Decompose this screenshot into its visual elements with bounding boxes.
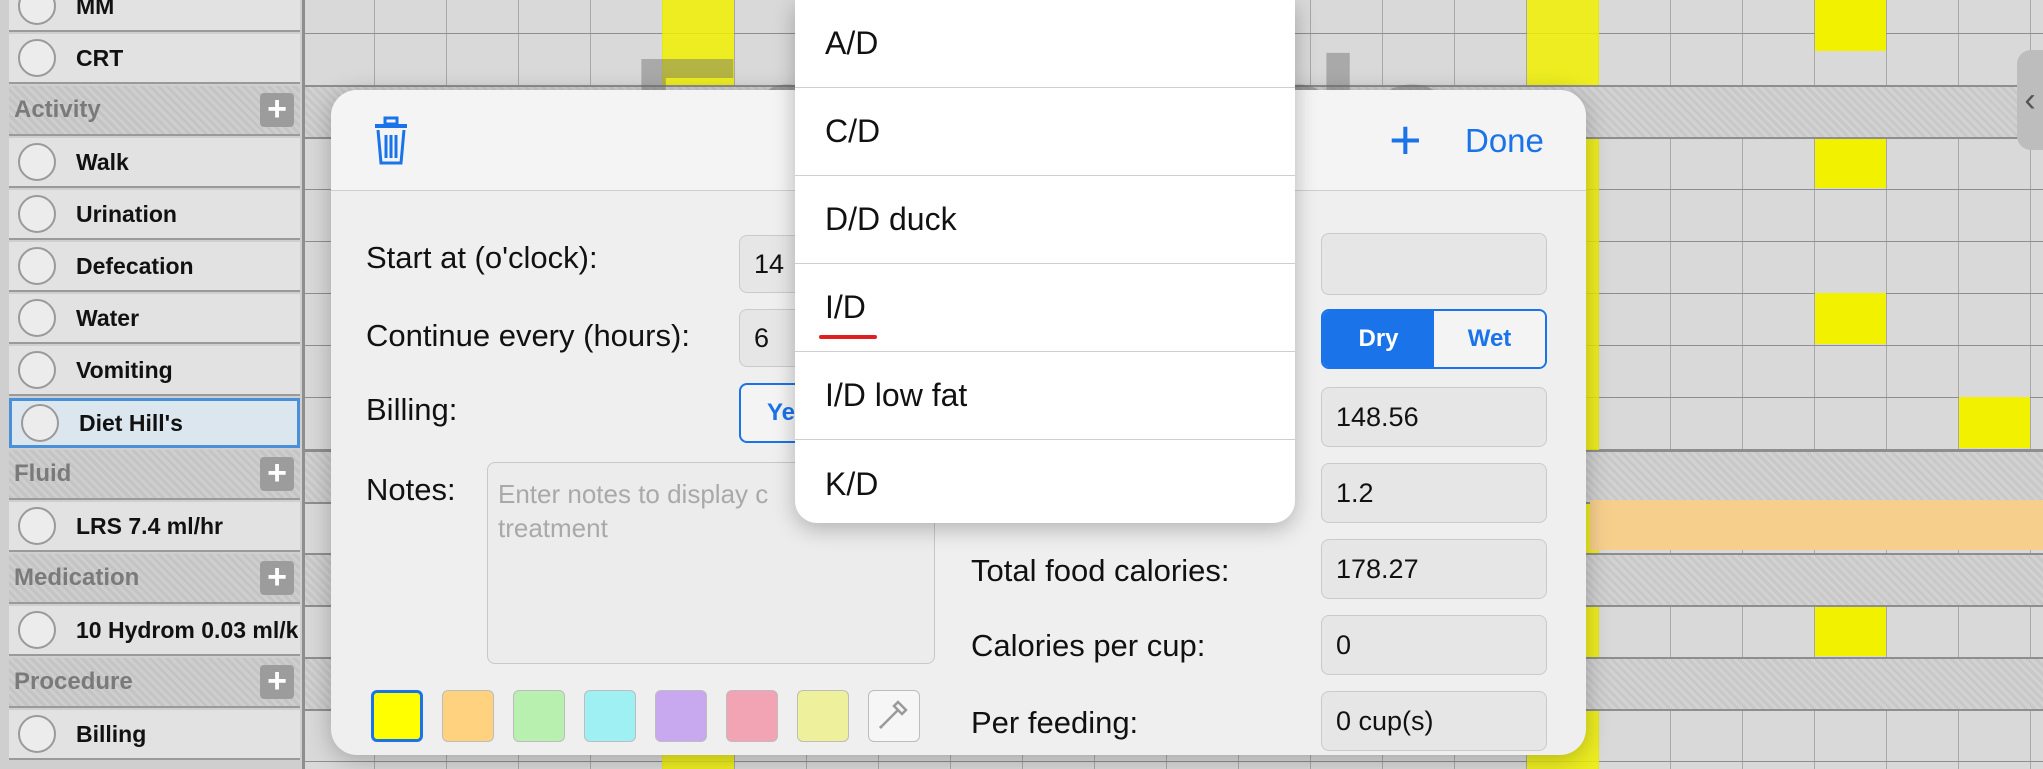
- color-swatch[interactable]: [442, 690, 494, 742]
- add-item-button[interactable]: +: [260, 560, 294, 595]
- section-header-label: Medication: [14, 564, 140, 591]
- trash-icon[interactable]: [371, 114, 411, 166]
- treatment-row-label: Urination: [76, 200, 177, 227]
- add-item-button[interactable]: +: [260, 664, 294, 699]
- treatment-row[interactable]: Vomiting: [9, 346, 300, 396]
- diet-option-label: K/D: [825, 465, 879, 502]
- grid-cell-marked: [1815, 293, 1886, 344]
- treatment-row-label: 10 Hydrom 0.03 ml/k: [76, 616, 299, 643]
- spellcheck-underline: [819, 335, 877, 339]
- section-header: Activity +: [9, 86, 300, 136]
- diet-option[interactable]: A/D: [795, 0, 1295, 88]
- dry-option[interactable]: Dry: [1323, 311, 1434, 367]
- check-circle-icon[interactable]: [18, 299, 56, 337]
- treatment-row-label: Walk: [76, 148, 129, 175]
- check-circle-icon[interactable]: [18, 39, 56, 77]
- color-swatch[interactable]: [655, 690, 707, 742]
- color-swatch[interactable]: [584, 690, 636, 742]
- treatment-row-label: CRT: [76, 44, 124, 71]
- check-circle-icon[interactable]: [18, 611, 56, 649]
- treatment-list: MM CRT Activity + Walk Urination Defecation Wat…: [0, 0, 305, 769]
- weight-field[interactable]: 148.56: [1321, 387, 1547, 447]
- color-swatch[interactable]: [726, 690, 778, 742]
- treatment-row[interactable]: Diet Hill's: [9, 398, 300, 448]
- chevron-left-icon: ‹: [2024, 80, 2036, 119]
- check-circle-icon[interactable]: [18, 351, 56, 389]
- add-item-button[interactable]: +: [260, 92, 294, 127]
- check-circle-icon[interactable]: [18, 0, 56, 25]
- treatment-row[interactable]: Billing: [9, 710, 300, 760]
- check-circle-icon[interactable]: [18, 195, 56, 233]
- notes-placeholder: Enter notes to display c treatment: [498, 479, 769, 543]
- treatment-row[interactable]: CRT: [9, 34, 300, 84]
- calories-per-cup-label: Calories per cup:: [971, 628, 1206, 663]
- treatment-row-label: MM: [76, 0, 115, 19]
- eyedropper-button[interactable]: [868, 690, 920, 742]
- factor-field[interactable]: 1.2: [1321, 463, 1547, 523]
- dry-wet-toggle: Dry Wet: [1321, 309, 1547, 369]
- treatment-row-label: LRS 7.4 ml/hr: [76, 512, 223, 539]
- fluid-infusion-bar: [1590, 500, 2043, 550]
- billing-label: Billing:: [366, 392, 458, 427]
- per-feeding-field[interactable]: 0 cup(s): [1321, 691, 1547, 751]
- add-item-button[interactable]: +: [260, 456, 294, 491]
- grid-cell-marked: [1815, 137, 1886, 188]
- diet-option-label: I/D: [825, 289, 866, 325]
- diet-option-label: A/D: [825, 25, 879, 61]
- diet-option-label: I/D low fat: [825, 377, 968, 413]
- treatment-row[interactable]: Walk: [9, 138, 300, 188]
- collapse-handle[interactable]: ‹: [2017, 50, 2043, 150]
- diet-option[interactable]: I/D: [795, 264, 1295, 352]
- color-swatch[interactable]: [371, 690, 423, 742]
- grid-cell-marked: [1959, 397, 2030, 448]
- diet-option[interactable]: I/D low fat: [795, 352, 1295, 440]
- diet-options-dropdown: A/D C/D D/D duck I/D I/D low fat K/D: [795, 0, 1295, 523]
- treatment-row[interactable]: Defecation: [9, 242, 300, 292]
- treatment-row[interactable]: Water: [9, 294, 300, 344]
- color-swatch[interactable]: [513, 690, 565, 742]
- diet-option-label: C/D: [825, 113, 881, 149]
- treatment-row-label: Diet Hill's: [79, 409, 183, 436]
- diet-option[interactable]: D/D duck: [795, 176, 1295, 264]
- treatment-row-label: Billing: [76, 720, 147, 747]
- eyedropper-icon: [876, 696, 912, 737]
- notes-label: Notes:: [366, 472, 456, 507]
- treatment-row[interactable]: 10 Hydrom 0.03 ml/k: [9, 606, 300, 656]
- check-circle-icon[interactable]: [18, 507, 56, 545]
- check-circle-icon[interactable]: [18, 143, 56, 181]
- add-button[interactable]: +: [1389, 112, 1422, 168]
- section-header: Medication +: [9, 554, 300, 604]
- color-swatch[interactable]: [797, 690, 849, 742]
- section-header: Fluid +: [9, 450, 300, 500]
- diet-option[interactable]: K/D: [795, 440, 1295, 523]
- treatment-row-label: Vomiting: [76, 356, 173, 383]
- start-at-label: Start at (o'clock):: [366, 240, 598, 275]
- food-type-field[interactable]: [1321, 233, 1547, 295]
- treatment-row-label: Water: [76, 304, 140, 331]
- done-button[interactable]: Done: [1465, 122, 1544, 160]
- grid-cell-marked: [1815, 0, 1886, 51]
- treatment-row[interactable]: Urination: [9, 190, 300, 240]
- check-circle-icon[interactable]: [21, 404, 59, 442]
- treatment-row-label: Defecation: [76, 252, 194, 279]
- total-calories-field[interactable]: 178.27: [1321, 539, 1547, 599]
- total-calories-label: Total food calories:: [971, 553, 1230, 588]
- continue-every-label: Continue every (hours):: [366, 318, 690, 353]
- calories-per-cup-field[interactable]: 0: [1321, 615, 1547, 675]
- diet-option-label: D/D duck: [825, 201, 957, 237]
- grid-cell-marked: [1815, 605, 1886, 656]
- section-header-label: Fluid: [14, 460, 72, 487]
- check-circle-icon[interactable]: [18, 715, 56, 753]
- treatment-row[interactable]: LRS 7.4 ml/hr: [9, 502, 300, 552]
- wet-option[interactable]: Wet: [1434, 311, 1545, 367]
- section-header-label: Activity: [14, 96, 101, 123]
- section-header: Procedure +: [9, 658, 300, 708]
- treatment-row[interactable]: MM: [9, 0, 300, 32]
- check-circle-icon[interactable]: [18, 247, 56, 285]
- per-feeding-label: Per feeding:: [971, 705, 1139, 740]
- diet-option[interactable]: C/D: [795, 88, 1295, 176]
- section-header-label: Procedure: [14, 668, 133, 695]
